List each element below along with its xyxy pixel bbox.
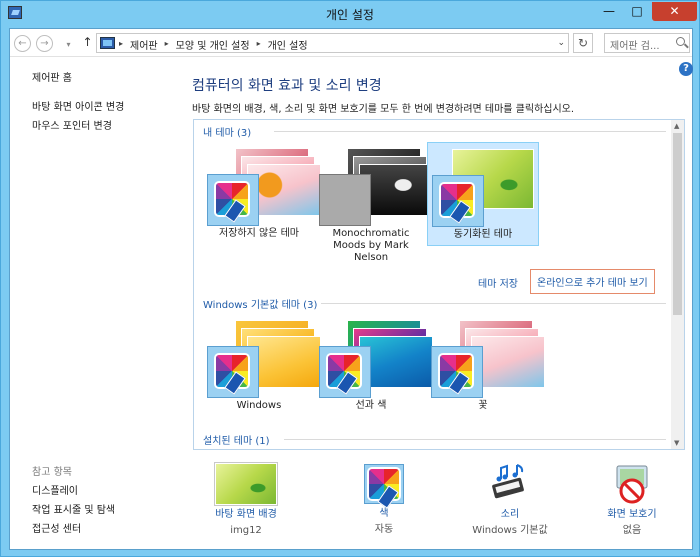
group-installed-themes[interactable]: 설치된 테마 (1): [203, 432, 270, 447]
breadcrumb-separator[interactable]: ▸: [165, 37, 169, 52]
theme-label: 동기화된 테마: [453, 229, 513, 240]
search-icon[interactable]: [676, 37, 685, 46]
group-divider: [321, 303, 666, 304]
theme-lines-and-colors[interactable]: 선과 색: [315, 314, 433, 418]
breadcrumb-separator[interactable]: ▸: [257, 37, 261, 52]
palette-icon: [441, 184, 473, 216]
color-label[interactable]: 색: [334, 507, 434, 520]
group-my-themes[interactable]: 내 테마 (3): [203, 124, 251, 139]
group-divider: [274, 131, 666, 132]
theme-synced[interactable]: 동기화된 테마: [427, 142, 539, 246]
palette-icon: [328, 355, 360, 387]
palette-icon: [440, 355, 472, 387]
theme-list: 내 테마 (3) 저장하지 않은 테마 Monochromatic Moods …: [193, 119, 685, 450]
back-button[interactable]: ←: [14, 35, 31, 52]
group-divider: [284, 439, 666, 440]
client-area: ← → ▾ ↑ ▸ 제어판 ▸ 모양 및 개인 설정 ▸ 개인 설정 ⌄ ↻ 제…: [9, 28, 693, 550]
group-default-themes[interactable]: Windows 기본값 테마 (3): [203, 296, 317, 311]
color-palette-icon: [207, 346, 259, 398]
theme-label: Monochromatic Moods by Mark Nelson: [332, 228, 410, 263]
sidebar-item-desktop-icons[interactable]: 바탕 화면 아이콘 변경: [32, 98, 172, 117]
color-value: 자동: [374, 524, 394, 535]
page-description: 바탕 화면의 배경, 색, 소리 및 화면 보호기를 모두 한 번에 변경하려면…: [192, 104, 575, 115]
forward-button[interactable]: →: [36, 35, 53, 52]
scroll-down-arrow-icon[interactable]: ▼: [674, 439, 679, 447]
desktop-background-thumbnail: [215, 463, 277, 505]
theme-settings-bar: 바탕 화면 배경 img12 색 자동 소리 Windows 기본값 화면 보호…: [192, 463, 682, 543]
breadcrumb-appearance[interactable]: 모양 및 개인 설정: [176, 37, 250, 52]
save-theme-link[interactable]: 테마 저장: [478, 275, 518, 290]
sounds-icon: [489, 463, 531, 505]
sidebar-item-mouse-pointers[interactable]: 마우스 포인터 변경: [32, 117, 172, 136]
title-bar[interactable]: 개인 설정 — □ ✕: [1, 1, 699, 26]
theme-windows[interactable]: Windows: [203, 314, 321, 418]
sounds-setting[interactable]: 소리 Windows 기본값: [460, 463, 560, 537]
navigation-bar: ← → ▾ ↑ ▸ 제어판 ▸ 모양 및 개인 설정 ▸ 개인 설정 ⌄ ↻ 제…: [10, 29, 692, 57]
address-dropdown-button[interactable]: ⌄: [557, 38, 565, 48]
screen-saver-setting[interactable]: 화면 보호기 없음: [582, 463, 682, 537]
desktop-background-setting[interactable]: 바탕 화면 배경 img12: [196, 463, 296, 537]
get-more-themes-online-link[interactable]: 온라인으로 추가 테마 보기: [530, 269, 655, 294]
theme-unsaved[interactable]: 저장하지 않은 테마: [203, 142, 321, 246]
theme-label: 저장하지 않은 테마: [219, 228, 299, 239]
refresh-button[interactable]: ↻: [573, 33, 593, 53]
palette-icon: [216, 183, 248, 215]
see-also-heading: 참고 항목: [32, 467, 72, 478]
theme-label: Windows: [236, 400, 282, 411]
palette-icon: [216, 355, 248, 387]
screen-saver-value: 없음: [622, 525, 642, 536]
palette-icon: [369, 469, 399, 499]
maximize-button[interactable]: □: [623, 2, 651, 21]
sounds-value: Windows 기본값: [472, 525, 548, 536]
theme-monochromatic[interactable]: Monochromatic Moods by Mark Nelson: [315, 142, 433, 272]
theme-flowers[interactable]: 꽃: [427, 314, 545, 418]
color-palette-icon: [431, 346, 483, 398]
breadcrumb-control-panel[interactable]: 제어판: [130, 37, 158, 52]
recent-locations-button[interactable]: ▾: [60, 37, 77, 54]
sidebar: 제어판 홈 바탕 화면 아이콘 변경 마우스 포인터 변경: [32, 69, 172, 136]
color-palette-icon: [207, 174, 259, 226]
color-palette-icon: [432, 175, 484, 227]
gray-palette-icon: [319, 174, 371, 226]
see-also-ease-of-access[interactable]: 접근성 센터: [32, 520, 172, 539]
search-placeholder: 제어판 검...: [610, 41, 660, 52]
sidebar-item-control-panel-home[interactable]: 제어판 홈: [32, 69, 172, 88]
desktop-background-label[interactable]: 바탕 화면 배경: [196, 508, 296, 521]
scroll-up-arrow-icon[interactable]: ▲: [674, 122, 679, 130]
breadcrumb-separator[interactable]: ▸: [119, 37, 123, 52]
window: 개인 설정 — □ ✕ ← → ▾ ↑ ▸ 제어판 ▸ 모양 및 개인 설정 ▸…: [0, 0, 700, 557]
see-also-taskbar[interactable]: 작업 표시줄 및 탐색: [32, 501, 172, 520]
page-title: 컴퓨터의 화면 효과 및 소리 변경: [192, 78, 382, 94]
address-bar[interactable]: ▸ 제어판 ▸ 모양 및 개인 설정 ▸ 개인 설정 ⌄: [96, 33, 569, 53]
screen-saver-label[interactable]: 화면 보호기: [582, 508, 682, 521]
help-icon[interactable]: ?: [679, 62, 693, 76]
search-input[interactable]: 제어판 검...: [604, 33, 690, 53]
up-button[interactable]: ↑: [79, 35, 96, 52]
desktop-background-value: img12: [230, 525, 262, 536]
color-palette-icon: [319, 346, 371, 398]
sounds-label[interactable]: 소리: [460, 508, 560, 521]
scrollbar-thumb[interactable]: [673, 133, 682, 315]
screen-saver-icon: [611, 463, 653, 505]
see-also: 참고 항목 디스플레이 작업 표시줄 및 탐색 접근성 센터: [32, 463, 172, 539]
minimize-button[interactable]: —: [595, 2, 623, 21]
color-setting[interactable]: 색 자동: [334, 463, 434, 536]
theme-label: 꽃: [478, 400, 488, 411]
vertical-scrollbar[interactable]: ▲ ▼: [671, 120, 684, 449]
breadcrumb: ▸ 제어판 ▸ 모양 및 개인 설정 ▸ 개인 설정: [119, 37, 308, 52]
theme-label: 선과 색: [355, 400, 387, 411]
breadcrumb-personalization[interactable]: 개인 설정: [268, 37, 308, 52]
see-also-display[interactable]: 디스플레이: [32, 482, 172, 501]
color-palette-icon: [364, 464, 404, 504]
control-panel-icon: [100, 37, 115, 49]
close-button[interactable]: ✕: [652, 2, 697, 21]
